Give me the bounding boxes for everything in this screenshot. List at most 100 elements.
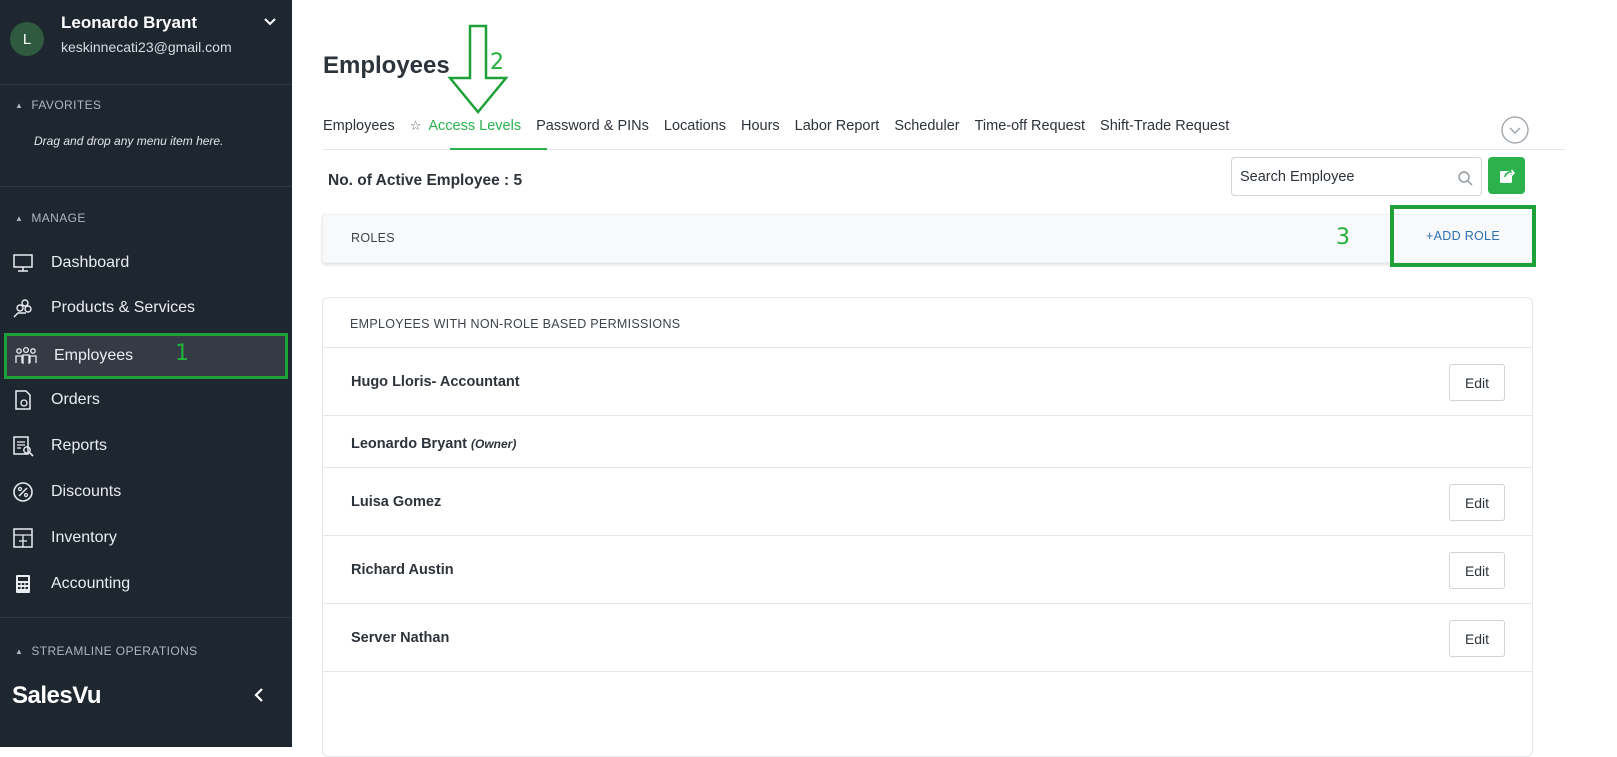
tab-scheduler[interactable]: Scheduler (894, 116, 959, 150)
search-input[interactable] (1240, 166, 1440, 188)
tab-label: Scheduler (894, 118, 960, 134)
table-row: Luisa Gomez Edit (323, 468, 1532, 536)
chevron-left-icon[interactable] (252, 684, 266, 706)
sidebar-item-label: Inventory (51, 529, 117, 546)
non-role-permissions-list: EMPLOYEES WITH NON-ROLE BASED PERMISSION… (322, 297, 1533, 757)
user-profile[interactable]: L Leonardo Bryant keskinnecati23@gmail.c… (0, 0, 292, 84)
add-role-button[interactable]: +ADD ROLE (1390, 205, 1536, 267)
owner-tag: (Owner) (471, 437, 517, 451)
user-name: Leonardo Bryant (61, 13, 198, 32)
edit-button[interactable]: Edit (1449, 552, 1505, 589)
sidebar-item-reports[interactable]: Reports (4, 424, 288, 468)
roles-label: ROLES (351, 231, 395, 245)
sidebar-item-label: Reports (51, 437, 108, 454)
search-icon[interactable] (1457, 170, 1473, 186)
sidebar-item-orders[interactable]: Orders (4, 378, 288, 422)
sidebar-item-accounting[interactable]: Accounting (4, 562, 288, 606)
section-title: EMPLOYEES WITH NON-ROLE BASED PERMISSION… (323, 298, 1532, 348)
tab-access-levels[interactable]: ☆ Access Levels (410, 116, 521, 150)
monitor-icon (12, 252, 34, 274)
sidebar-item-discounts[interactable]: Discounts (4, 470, 288, 514)
sidebar: L Leonardo Bryant keskinnecati23@gmail.c… (0, 0, 292, 747)
edit-button[interactable]: Edit (1449, 620, 1505, 657)
employee-name-text: Hugo Lloris- Accountant (351, 374, 520, 390)
divider (0, 186, 292, 187)
triangle-up-icon: ▲ (15, 100, 24, 110)
employee-name-text: Luisa Gomez (351, 494, 442, 510)
avatar: L (10, 22, 44, 56)
tab-labor-report[interactable]: Labor Report (795, 116, 880, 150)
manage-title: MANAGE (31, 211, 86, 225)
tab-shift-trade-request[interactable]: Shift-Trade Request (1100, 116, 1229, 150)
annotation-number: 1 (175, 341, 189, 366)
tab-hours[interactable]: Hours (741, 116, 780, 150)
employee-name: Leonardo Bryant (Owner) (351, 436, 516, 452)
main-content: Employees 2 Employees ☆ Access Levels Pas… (292, 0, 1617, 757)
employees-icon (15, 345, 37, 367)
table-row: Leonardo Bryant (Owner) (323, 416, 1532, 468)
sidebar-item-label: Employees (54, 347, 134, 364)
down-arrow-icon (447, 24, 509, 114)
tab-bar: Employees ☆ Access Levels Password & PINs… (323, 116, 1565, 150)
annotation-arrow: 2 (442, 24, 522, 116)
inventory-icon (12, 527, 34, 549)
chevron-down-icon[interactable] (262, 14, 278, 30)
reports-icon (12, 435, 34, 457)
sidebar-item-inventory[interactable]: Inventory (4, 516, 288, 560)
annotation-number: 3 (1336, 225, 1350, 250)
chevron-circle-down-icon[interactable] (1500, 115, 1530, 145)
employee-name-text: Leonardo Bryant (351, 436, 468, 452)
triangle-up-icon: ▲ (15, 646, 24, 656)
tab-label: Shift-Trade Request (1100, 118, 1230, 134)
favorites-section-toggle[interactable]: ▲ FAVORITES (15, 98, 101, 112)
orders-icon (12, 389, 34, 411)
calculator-icon (12, 573, 34, 595)
tab-password-pins[interactable]: Password & PINs (536, 116, 649, 150)
employee-name-text: Server Nathan (351, 630, 450, 646)
table-row: Richard Austin Edit (323, 536, 1532, 604)
employee-name: Luisa Gomez (351, 494, 441, 510)
edit-button[interactable]: Edit (1449, 484, 1505, 521)
sidebar-item-employees[interactable]: Employees 1 (4, 333, 288, 379)
export-button[interactable] (1488, 157, 1525, 194)
sidebar-item-label: Discounts (51, 483, 122, 500)
share-export-icon (1499, 168, 1515, 183)
employee-name: Hugo Lloris- Accountant (351, 374, 520, 390)
sidebar-item-dashboard[interactable]: Dashboard (4, 241, 288, 285)
sidebar-item-label: Orders (51, 391, 100, 408)
edit-button[interactable]: Edit (1449, 364, 1505, 401)
sidebar-item-label: Dashboard (51, 254, 130, 271)
active-tab-underline (450, 148, 547, 150)
employee-name: Richard Austin (351, 562, 454, 578)
tab-employees[interactable]: Employees (323, 116, 395, 150)
triangle-up-icon: ▲ (15, 213, 24, 223)
sidebar-item-products-services[interactable]: Products & Services (4, 286, 288, 330)
streamline-title: STREAMLINE OPERATIONS (31, 644, 198, 658)
annotation-number: 2 (490, 50, 504, 75)
tab-label: Locations (663, 118, 726, 134)
streamline-section-toggle[interactable]: ▲ STREAMLINE OPERATIONS (15, 644, 198, 658)
tab-locations[interactable]: Locations (664, 116, 726, 150)
divider (0, 84, 292, 85)
table-row: Hugo Lloris- Accountant Edit (323, 348, 1532, 416)
favorites-title: FAVORITES (31, 98, 102, 112)
sidebar-item-label: Accounting (51, 575, 131, 592)
star-icon[interactable]: ☆ (410, 118, 422, 133)
divider (0, 617, 292, 618)
tab-label: Access Levels (428, 118, 522, 134)
table-row: Server Nathan Edit (323, 604, 1532, 672)
products-icon (12, 297, 34, 319)
discount-icon (12, 481, 34, 503)
tab-time-off-request[interactable]: Time-off Request (975, 116, 1085, 150)
user-email: keskinnecati23@gmail.com (61, 39, 232, 55)
search-box (1231, 157, 1482, 196)
active-employee-count: No. of Active Employee : 5 (328, 172, 523, 189)
employee-name-text: Richard Austin (351, 562, 454, 578)
tab-label: Labor Report (794, 118, 880, 134)
tab-label: Employees (323, 118, 395, 134)
tab-label: Time-off Request (974, 118, 1086, 134)
tab-label: Password & PINs (536, 118, 649, 134)
sidebar-item-label: Products & Services (51, 299, 196, 316)
manage-section-toggle[interactable]: ▲ MANAGE (15, 211, 86, 225)
roles-section: ROLES 3 +ADD ROLE (322, 205, 1536, 267)
